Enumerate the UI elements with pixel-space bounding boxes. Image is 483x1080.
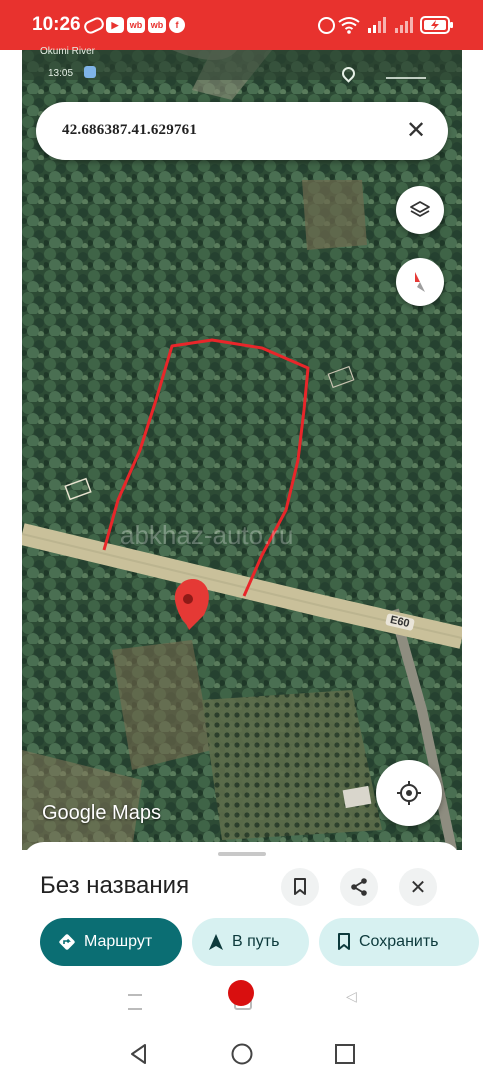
home-button[interactable] xyxy=(230,1042,254,1066)
start-navigation-button[interactable]: В путь xyxy=(192,918,309,966)
wb-icon: wb xyxy=(148,17,166,33)
search-input[interactable]: 42.686387.41.629761 xyxy=(62,122,197,139)
system-navigation-bar xyxy=(0,1030,483,1080)
route-button-label: Маршрут xyxy=(84,933,153,950)
signal-icon xyxy=(386,67,426,79)
bookmark-icon xyxy=(294,878,306,895)
wb-icon: wb xyxy=(127,17,145,33)
back-icon: ◁ xyxy=(346,988,357,1004)
signal-icon xyxy=(368,17,386,33)
google-maps-logo: Google Maps xyxy=(42,802,161,824)
location-label: Okumi River xyxy=(40,46,96,57)
recent-apps-icon xyxy=(128,994,142,1010)
layers-icon xyxy=(410,201,430,217)
close-sheet-button[interactable]: ✕ xyxy=(399,868,437,906)
record-indicator-icon xyxy=(228,980,254,1006)
facebook-icon: f xyxy=(169,17,185,33)
location-icon xyxy=(339,64,358,83)
back-button[interactable] xyxy=(127,1042,151,1066)
bookmark-icon xyxy=(338,933,350,950)
start-navigation-label: В путь xyxy=(232,933,280,950)
alarm-icon xyxy=(318,17,335,34)
battery-charging-icon xyxy=(420,16,453,34)
inner-time: 13:05 xyxy=(48,68,74,79)
compass-icon xyxy=(415,272,425,292)
place-bottom-sheet[interactable]: Без названия ✕ Маршрут В путь Сохранить xyxy=(22,842,479,1030)
close-icon[interactable]: ✕ xyxy=(402,117,430,145)
save-button-label: Сохранить xyxy=(359,933,439,950)
drag-handle[interactable] xyxy=(218,852,266,856)
layers-button[interactable] xyxy=(396,186,444,234)
inner-status-bar: Okumi River 13:05 xyxy=(30,46,450,84)
bookmark-button[interactable] xyxy=(281,868,319,906)
watermark-text: abkhaz-auto.ru xyxy=(120,520,294,550)
status-time: 10:26 xyxy=(32,14,81,35)
crosshair-icon xyxy=(397,781,421,805)
link-icon xyxy=(82,15,106,36)
save-button[interactable]: Сохранить xyxy=(319,918,479,966)
signal-icon xyxy=(395,17,413,33)
close-icon: ✕ xyxy=(409,876,427,899)
satellite-map[interactable]: abkhaz-auto.ru E60 Google Maps xyxy=(22,50,462,850)
route-button[interactable]: Маршрут xyxy=(40,918,182,966)
recent-apps-button[interactable] xyxy=(333,1042,357,1066)
directions-icon xyxy=(59,934,75,950)
share-icon xyxy=(351,878,367,896)
my-location-button[interactable] xyxy=(376,760,442,826)
youtube-icon: ▶ xyxy=(106,17,124,33)
compass-button[interactable] xyxy=(396,258,444,306)
shield-icon xyxy=(84,66,96,78)
share-button[interactable] xyxy=(340,868,378,906)
inner-navigation-bar: ◁ xyxy=(22,980,462,1020)
navigation-arrow-icon xyxy=(209,934,223,950)
wifi-icon xyxy=(338,17,360,34)
search-bar[interactable]: 42.686387.41.629761 ✕ xyxy=(36,102,448,160)
status-bar: 10:26 ▶ wb wb f xyxy=(0,0,483,50)
place-title: Без названия xyxy=(40,872,190,899)
